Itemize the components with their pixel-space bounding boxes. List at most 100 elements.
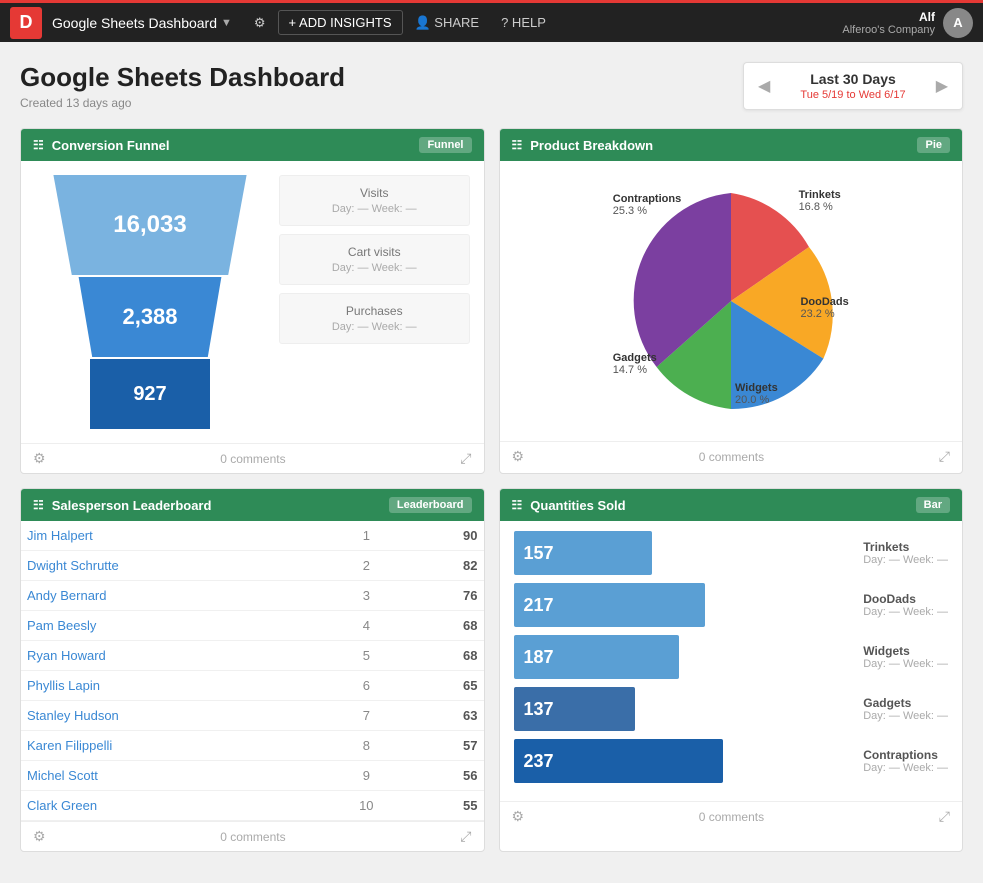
leaderboard-rank: 2 bbox=[327, 551, 405, 581]
bar-chart-container: 157 217 187 137 237 Trinkets Day: — Week… bbox=[514, 531, 949, 783]
bar-value: 217 bbox=[514, 595, 564, 616]
leaderboard-name: Phyllis Lapin bbox=[21, 671, 327, 701]
share-button[interactable]: 👤 SHARE bbox=[405, 11, 490, 35]
quantities-sold-title: ☷ Quantities Sold bbox=[512, 498, 626, 513]
bar-value: 157 bbox=[514, 543, 564, 564]
funnel-stat-purchases-values: Day: — Week: — bbox=[294, 321, 455, 333]
resize-icon2[interactable]: ⤢ bbox=[939, 448, 950, 465]
grid-icon: ☷ bbox=[33, 138, 44, 152]
pie-badge: Pie bbox=[917, 137, 950, 153]
leaderboard-name: Karen Filippelli bbox=[21, 731, 327, 761]
bar-label-sub: Day: — Week: — bbox=[863, 554, 948, 566]
date-next-arrow[interactable]: ▶ bbox=[936, 76, 948, 96]
leaderboard-name: Stanley Hudson bbox=[21, 701, 327, 731]
settings-icon[interactable]: ⚙ bbox=[33, 450, 46, 467]
leaderboard-badge: Leaderboard bbox=[389, 497, 472, 513]
leaderboard-widget: ☷ Salesperson Leaderboard Leaderboard Ji… bbox=[20, 488, 485, 852]
table-row: Ryan Howard 5 68 bbox=[21, 641, 484, 671]
leaderboard-name: Clark Green bbox=[21, 791, 327, 821]
date-range-label: Last 30 Days bbox=[780, 71, 925, 87]
grid-icon3: ☷ bbox=[33, 498, 44, 512]
leaderboard-title: ☷ Salesperson Leaderboard bbox=[33, 498, 211, 513]
funnel-comments: 0 comments bbox=[220, 452, 285, 466]
leaderboard-rank: 6 bbox=[327, 671, 405, 701]
table-row: Dwight Schrutte 2 82 bbox=[21, 551, 484, 581]
bar-label-row: Widgets Day: — Week: — bbox=[857, 635, 948, 679]
date-prev-arrow[interactable]: ◀ bbox=[758, 76, 770, 96]
bar-value: 187 bbox=[514, 647, 564, 668]
funnel-mid-segment: 2,388 bbox=[65, 277, 235, 357]
bar-bg: 187 bbox=[514, 635, 679, 679]
quantities-sold-widget: ☷ Quantities Sold Bar 157 217 187 137 bbox=[499, 488, 964, 852]
leaderboard-rank: 3 bbox=[327, 581, 405, 611]
leaderboard-name: Jim Halpert bbox=[21, 521, 327, 551]
leaderboard-score: 76 bbox=[405, 581, 483, 611]
help-button[interactable]: ? HELP bbox=[491, 11, 556, 34]
bar-label-name: Widgets bbox=[863, 644, 910, 658]
add-insights-button[interactable]: + ADD INSIGHTS bbox=[278, 10, 403, 35]
leaderboard-rank: 8 bbox=[327, 731, 405, 761]
page-header: Google Sheets Dashboard Created 13 days … bbox=[20, 62, 963, 110]
product-breakdown-title: ☷ Product Breakdown bbox=[512, 138, 654, 153]
bar-comments: 0 comments bbox=[699, 810, 764, 824]
dashboard-grid: ☷ Conversion Funnel Funnel 16,033 2,388 bbox=[20, 128, 963, 852]
funnel-top-segment: 16,033 bbox=[35, 175, 265, 275]
bar-label-name: Gadgets bbox=[863, 696, 911, 710]
funnel-stat-visits: Visits Day: — Week: — bbox=[279, 175, 470, 226]
resize-icon[interactable]: ⤢ bbox=[460, 450, 471, 467]
settings-icon4[interactable]: ⚙ bbox=[512, 808, 525, 825]
funnel-badge: Funnel bbox=[419, 137, 471, 153]
funnel-stat-cart-values: Day: — Week: — bbox=[294, 262, 455, 274]
resize-icon4[interactable]: ⤢ bbox=[939, 808, 950, 825]
topnav: D Google Sheets Dashboard ▼ ⚙ + ADD INSI… bbox=[0, 0, 983, 42]
leaderboard-score: 82 bbox=[405, 551, 483, 581]
quantities-sold-body: 157 217 187 137 237 Trinkets Day: — Week… bbox=[500, 521, 963, 801]
leaderboard-score: 90 bbox=[405, 521, 483, 551]
product-breakdown-body: Trinkets 16.8 % DooDads 23.2 % Widgets 2… bbox=[500, 161, 963, 441]
leaderboard-body: Jim Halpert 1 90 Dwight Schrutte 2 82 An… bbox=[21, 521, 484, 821]
funnel-top-value: 16,033 bbox=[113, 211, 186, 239]
grid-icon2: ☷ bbox=[512, 138, 523, 152]
user-menu[interactable]: Alf Alferoo's Company A bbox=[842, 8, 973, 38]
grid-icon4: ☷ bbox=[512, 498, 523, 512]
title-chevron-icon[interactable]: ▼ bbox=[221, 17, 232, 29]
leaderboard-rank: 1 bbox=[327, 521, 405, 551]
conversion-funnel-title: ☷ Conversion Funnel bbox=[33, 138, 170, 153]
table-row: Jim Halpert 1 90 bbox=[21, 521, 484, 551]
pie-chart-svg bbox=[611, 181, 851, 421]
funnel-bot-segment: 927 bbox=[90, 359, 210, 429]
quantities-sold-header: ☷ Quantities Sold Bar bbox=[500, 489, 963, 521]
leaderboard-score: 68 bbox=[405, 611, 483, 641]
funnel-stat-visits-values: Day: — Week: — bbox=[294, 203, 455, 215]
bar-label-sub: Day: — Week: — bbox=[863, 658, 948, 670]
page-subtitle: Created 13 days ago bbox=[20, 96, 345, 110]
conversion-funnel-body: 16,033 2,388 927 Visits bbox=[21, 161, 484, 443]
bar-label-sub: Day: — Week: — bbox=[863, 762, 948, 774]
bar-row: 187 bbox=[514, 635, 844, 679]
settings-icon3[interactable]: ⚙ bbox=[33, 828, 46, 845]
leaderboard-name: Andy Bernard bbox=[21, 581, 327, 611]
date-range-picker[interactable]: ◀ Last 30 Days Tue 5/19 to Wed 6/17 ▶ bbox=[743, 62, 963, 110]
leaderboard-table: Jim Halpert 1 90 Dwight Schrutte 2 82 An… bbox=[21, 521, 484, 821]
table-row: Clark Green 10 55 bbox=[21, 791, 484, 821]
settings-icon2[interactable]: ⚙ bbox=[512, 448, 525, 465]
pie-comments: 0 comments bbox=[699, 450, 764, 464]
leaderboard-rank: 5 bbox=[327, 641, 405, 671]
bar-badge: Bar bbox=[916, 497, 950, 513]
leaderboard-rank: 9 bbox=[327, 761, 405, 791]
product-breakdown-header: ☷ Product Breakdown Pie bbox=[500, 129, 963, 161]
funnel-stat-cart: Cart visits Day: — Week: — bbox=[279, 234, 470, 285]
table-row: Phyllis Lapin 6 65 bbox=[21, 671, 484, 701]
user-name: Alf bbox=[842, 10, 935, 24]
resize-icon3[interactable]: ⤢ bbox=[460, 828, 471, 845]
bars-area: 157 217 187 137 237 bbox=[514, 531, 844, 783]
bar-row: 217 bbox=[514, 583, 844, 627]
conversion-funnel-header: ☷ Conversion Funnel Funnel bbox=[21, 129, 484, 161]
gear-button[interactable]: ⚙ bbox=[244, 11, 276, 35]
leaderboard-rank: 7 bbox=[327, 701, 405, 731]
conversion-funnel-footer: ⚙ 0 comments ⤢ bbox=[21, 443, 484, 473]
leaderboard-name: Dwight Schrutte bbox=[21, 551, 327, 581]
page-title: Google Sheets Dashboard bbox=[20, 62, 345, 93]
funnel-stat-visits-name: Visits bbox=[294, 186, 455, 200]
bar-row: 237 bbox=[514, 739, 844, 783]
